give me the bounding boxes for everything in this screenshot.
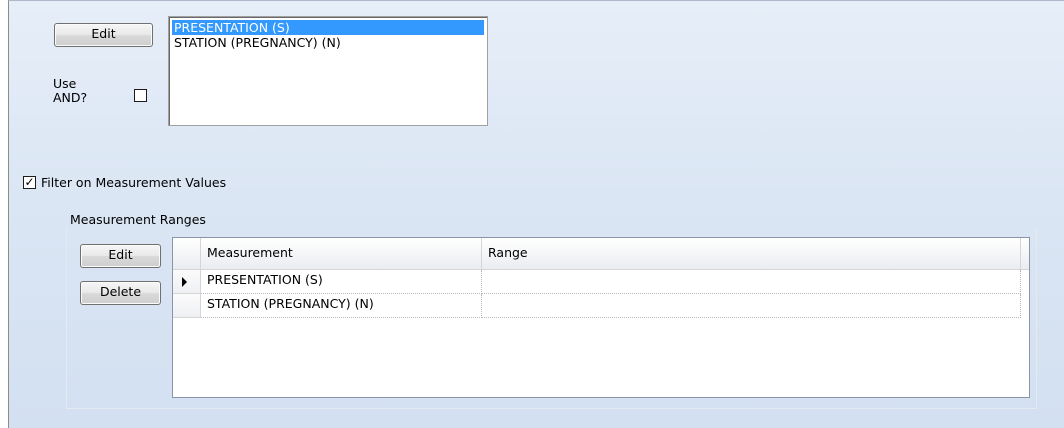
filter-panel: Edit Use AND? PRESENTATION (S) STATION (… <box>8 0 1064 428</box>
selected-items-listbox[interactable]: PRESENTATION (S) STATION (PREGNANCY) (N) <box>168 16 488 126</box>
row-header[interactable] <box>173 270 201 294</box>
row-header[interactable] <box>173 294 201 318</box>
use-and-label-line2: AND? <box>53 90 88 105</box>
column-header-measurement[interactable]: Measurement <box>201 238 482 270</box>
measurement-cell[interactable]: STATION (PREGNANCY) (N) <box>201 294 482 318</box>
edit-items-button[interactable]: Edit <box>54 23 153 47</box>
range-cell[interactable] <box>482 294 1021 318</box>
delete-range-button[interactable]: Delete <box>80 281 161 305</box>
range-cell[interactable] <box>482 270 1021 294</box>
check-mark-icon: ✓ <box>24 175 35 189</box>
current-row-arrow-icon <box>182 277 187 287</box>
measurement-ranges-grid[interactable]: Measurement Range PRESENTATION (S) STATI… <box>172 237 1030 398</box>
column-header-range[interactable]: Range <box>482 238 1021 270</box>
filter-measurement-checkbox[interactable]: ✓ <box>23 175 36 189</box>
measurement-ranges-label: Measurement Ranges <box>70 212 206 227</box>
listbox-item[interactable]: PRESENTATION (S) <box>172 20 484 35</box>
edit-range-button[interactable]: Edit <box>80 244 161 268</box>
table-row[interactable]: PRESENTATION (S) <box>173 270 1029 294</box>
filter-measurement-label[interactable]: Filter on Measurement Values <box>41 175 226 190</box>
use-and-checkbox[interactable] <box>134 89 147 102</box>
use-and-label: Use AND? <box>53 77 87 105</box>
table-row[interactable]: STATION (PREGNANCY) (N) <box>173 294 1029 318</box>
grid-header: Measurement Range <box>173 238 1029 270</box>
measurement-cell[interactable]: PRESENTATION (S) <box>201 270 482 294</box>
use-and-label-line1: Use <box>53 76 77 91</box>
grid-corner[interactable] <box>173 238 201 270</box>
listbox-item[interactable]: STATION (PREGNANCY) (N) <box>172 35 484 50</box>
